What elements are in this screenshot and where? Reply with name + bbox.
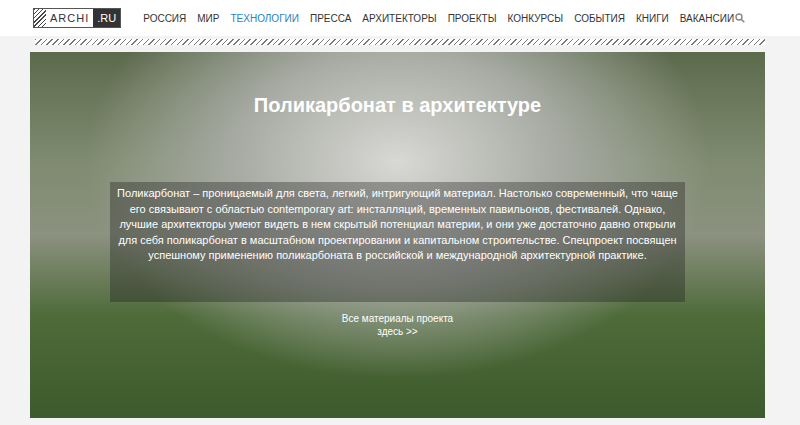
logo-hatch-icon bbox=[34, 9, 46, 27]
logo-text: ARCHI bbox=[46, 9, 93, 27]
header: ARCHI.RU РОССИЯ МИР ТЕХНОЛОГИИ ПРЕССА АРХИТЕК… bbox=[0, 0, 800, 36]
divider bbox=[35, 39, 765, 45]
nav-item[interactable]: КОНКУРСЫ bbox=[508, 13, 564, 24]
logo-suffix: .RU bbox=[93, 9, 120, 27]
search-icon[interactable] bbox=[735, 13, 745, 23]
hero-content: Поликарбонат в архитектуре Поликарбонат –… bbox=[30, 52, 765, 338]
logo[interactable]: ARCHI.RU bbox=[33, 8, 121, 28]
nav-item[interactable]: МИР bbox=[197, 13, 219, 24]
nav-item[interactable]: СОБЫТИЯ bbox=[574, 13, 625, 24]
nav-item[interactable]: ПРЕССА bbox=[310, 13, 351, 24]
nav-item[interactable]: РОССИЯ bbox=[143, 13, 186, 24]
hero-banner: Поликарбонат в архитектуре Поликарбонат –… bbox=[30, 52, 765, 418]
project-link[interactable]: Все материалы проекта здесь >> bbox=[338, 312, 458, 338]
nav-item[interactable]: ПРОЕКТЫ bbox=[448, 13, 497, 24]
page: ARCHI.RU РОССИЯ МИР ТЕХНОЛОГИИ ПРЕССА АРХИТЕК… bbox=[0, 0, 800, 425]
nav-item[interactable]: КНИГИ bbox=[636, 13, 669, 24]
nav: РОССИЯ МИР ТЕХНОЛОГИИ ПРЕССА АРХИТЕКТОРЫ ПРОЕ… bbox=[143, 13, 727, 24]
hero-title: Поликарбонат в архитектуре bbox=[254, 92, 541, 118]
hero-description: Поликарбонат – проницаемый для света, ле… bbox=[110, 186, 685, 264]
nav-item[interactable]: ВАКАНСИИ bbox=[680, 13, 734, 24]
nav-item[interactable]: АРХИТЕКТОРЫ bbox=[362, 13, 436, 24]
nav-item[interactable]: ТЕХНОЛОГИИ bbox=[230, 13, 298, 24]
